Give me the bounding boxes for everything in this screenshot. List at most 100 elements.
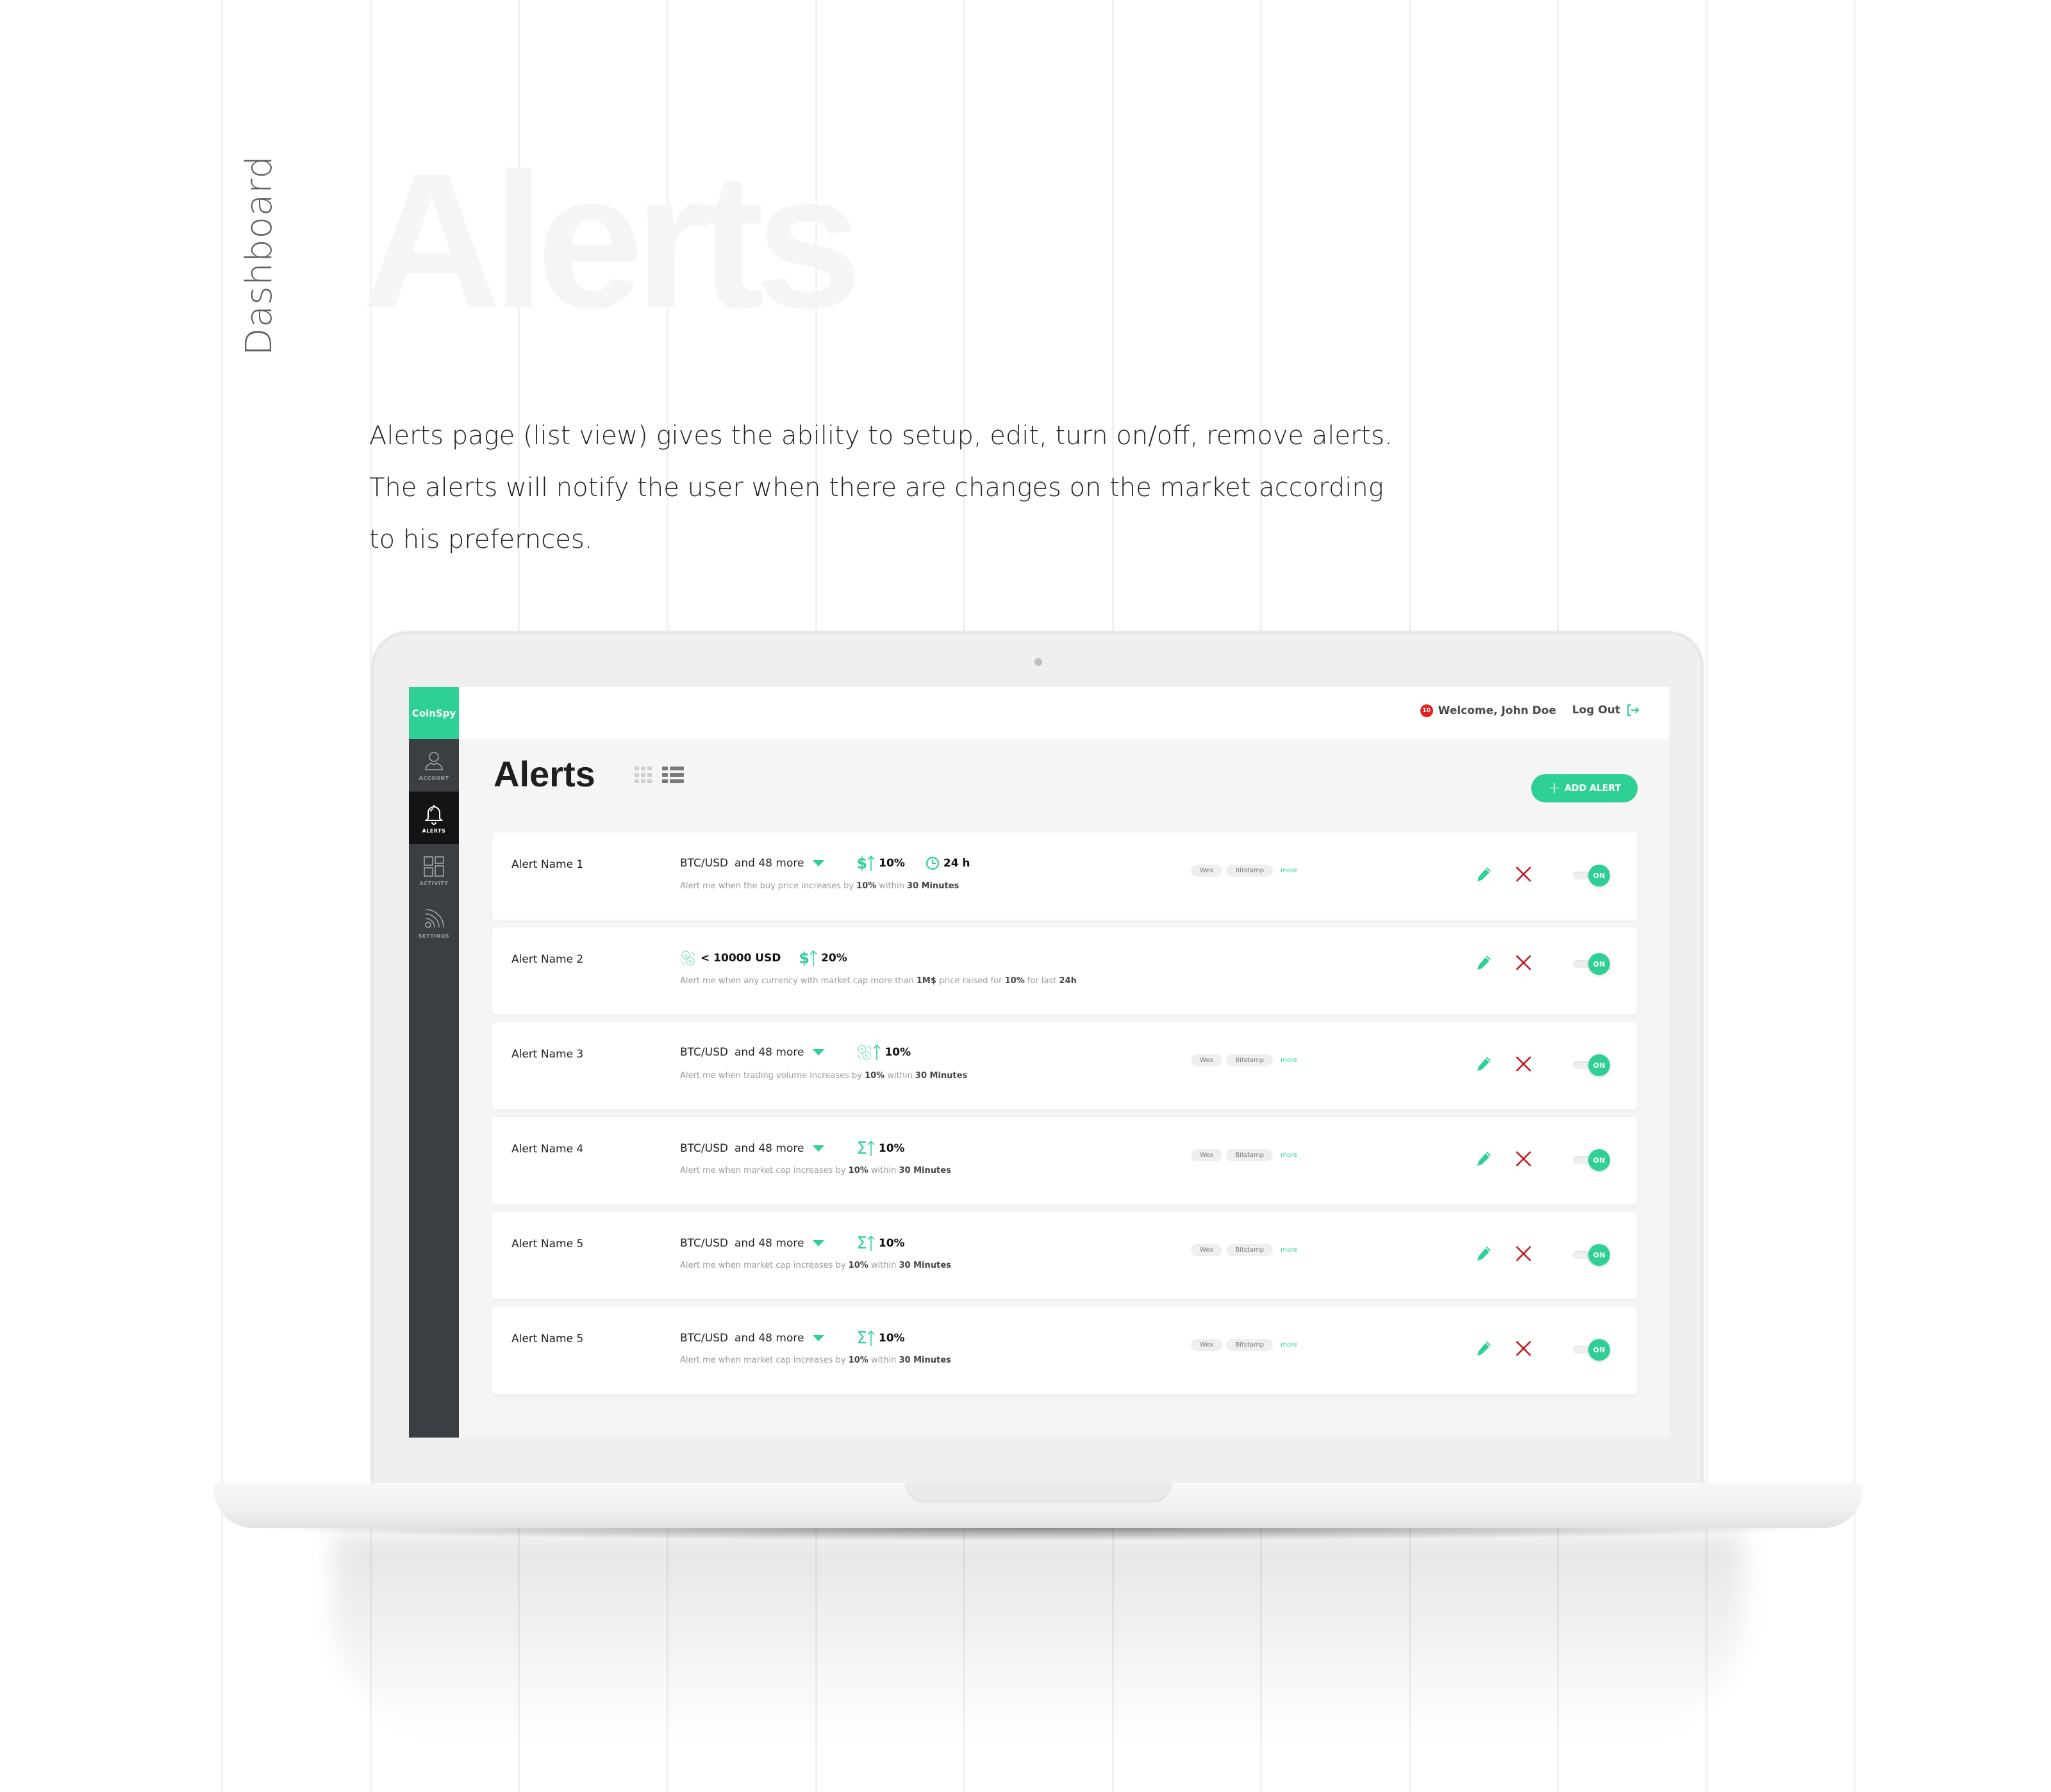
sidebar-item-account[interactable]: ACCOUNT: [409, 739, 459, 792]
description-highlight: 10%: [848, 1356, 868, 1365]
pairs-dropdown-caret[interactable]: [813, 860, 825, 867]
delete-button[interactable]: [1514, 1149, 1533, 1168]
sidebar-item-settings[interactable]: SETTINGS: [409, 897, 459, 949]
description-highlight: 1M$: [916, 976, 936, 986]
alert-toggle[interactable]: ON: [1573, 865, 1611, 886]
pairs-dropdown-caret[interactable]: [813, 1335, 825, 1341]
currency-pair: BTC/USD: [680, 1237, 728, 1250]
laptop-camera: [1034, 658, 1042, 666]
alert-toggle[interactable]: ON: [1573, 1054, 1611, 1076]
delete-button[interactable]: [1514, 1339, 1533, 1358]
edit-button[interactable]: [1474, 1054, 1493, 1074]
edit-button[interactable]: [1474, 1244, 1493, 1263]
description-highlight: 30 Minutes: [915, 1071, 968, 1081]
more-exchanges-link[interactable]: more: [1281, 1057, 1297, 1064]
more-pairs-text: and 48 more: [734, 1332, 804, 1345]
edit-button[interactable]: [1474, 1149, 1493, 1168]
exchange-tag[interactable]: Bitstamp: [1226, 1339, 1274, 1351]
exchange-tag[interactable]: Bitstamp: [1226, 1244, 1274, 1256]
alert-toggle[interactable]: ON: [1573, 953, 1611, 975]
alert-toggle[interactable]: ON: [1573, 1149, 1611, 1171]
exchange-tag[interactable]: Wex: [1191, 865, 1223, 877]
description-text: within: [868, 1356, 899, 1365]
exchange-tags: Wex Bitstamp more: [1191, 1244, 1297, 1256]
toggle-knob: ON: [1588, 1244, 1610, 1266]
alert-toggle[interactable]: ON: [1573, 1339, 1611, 1361]
bell-icon: [422, 802, 445, 825]
pairs-dropdown-caret[interactable]: [813, 1240, 825, 1247]
currency-pair: BTC/USD: [680, 1142, 728, 1155]
exchange-tag[interactable]: Wex: [1191, 1149, 1223, 1161]
alert-metric: $ B 10%: [856, 1044, 911, 1061]
alert-metric: $10%: [856, 854, 904, 872]
metric-value: 10%: [878, 1142, 905, 1155]
pairs-dropdown-caret[interactable]: [813, 1145, 825, 1152]
alert-condition: BTC/USD and 48 more Σ 10%: [680, 1139, 919, 1158]
grid-view-toggle[interactable]: [635, 767, 652, 783]
delete-button[interactable]: [1514, 865, 1533, 884]
delete-button[interactable]: [1514, 1244, 1533, 1263]
sidebar-item-activity[interactable]: ACTIVITY: [409, 844, 459, 897]
gridline: [221, 0, 223, 1792]
notification-badge[interactable]: 10: [1420, 704, 1433, 717]
ghost-heading: Alerts: [362, 133, 862, 348]
sidebar-item-alerts[interactable]: ALERTS: [409, 792, 459, 844]
sidebar-item-label: SETTINGS: [418, 933, 450, 939]
volume-up-icon: $ B: [856, 1044, 881, 1061]
add-alert-button[interactable]: + ADD ALERT: [1531, 774, 1638, 802]
pencil-icon: [1477, 1152, 1491, 1166]
alert-description: Alert me when the buy price increases by…: [680, 881, 959, 891]
sigma-up-icon: Σ: [856, 1234, 875, 1253]
description-text: within: [868, 1166, 899, 1175]
alert-card: Alert Name 3 BTC/USD and 48 more $ B 10% Alert…: [492, 1022, 1637, 1109]
alert-card: Alert Name 2 $ B < 10000 USD $20% Alert me wh…: [492, 927, 1637, 1015]
pairs-dropdown-caret[interactable]: [813, 1049, 825, 1056]
more-exchanges-link[interactable]: more: [1281, 1247, 1297, 1254]
description-text: within: [884, 1071, 915, 1081]
exchange-tag[interactable]: Bitstamp: [1226, 865, 1274, 877]
description-text: Alert me when any currency with market c…: [680, 976, 917, 986]
plus-icon: +: [1547, 779, 1561, 797]
logout-label: Log Out: [1572, 704, 1620, 717]
exchange-tag[interactable]: Wex: [1191, 1339, 1223, 1351]
logout-button[interactable]: Log Out: [1572, 703, 1640, 717]
pencil-icon: [1477, 956, 1491, 970]
description-text: Alert me when market cap increases by: [680, 1261, 849, 1270]
edit-button[interactable]: [1474, 1339, 1493, 1358]
app-logo[interactable]: CoinSpy: [409, 687, 459, 739]
more-exchanges-link[interactable]: more: [1281, 1341, 1297, 1348]
alert-card: Alert Name 1 BTC/USD and 48 more $10% 24 h Al…: [492, 833, 1637, 920]
alert-toggle[interactable]: ON: [1573, 1244, 1611, 1266]
description-text: price raised for: [936, 976, 1005, 986]
description-highlight: 10%: [856, 881, 877, 891]
more-exchanges-link[interactable]: more: [1281, 867, 1297, 874]
exchange-tag[interactable]: Bitstamp: [1226, 1149, 1274, 1161]
delete-button[interactable]: [1514, 953, 1533, 972]
exchange-tag[interactable]: Wex: [1191, 1244, 1223, 1256]
sidebar: CoinSpy ACCOUNT ALERTS ACTIVITY SETTINGS: [409, 687, 459, 1438]
sigma-up-icon: Σ: [856, 1139, 875, 1158]
metric-value: 10%: [879, 857, 905, 870]
close-icon: [1516, 1341, 1531, 1356]
welcome-text: Welcome, John Doe: [1438, 704, 1556, 717]
more-exchanges-link[interactable]: more: [1281, 1152, 1297, 1159]
metric-value: 20%: [821, 952, 847, 965]
sidebar-item-label: ACTIVITY: [419, 880, 449, 886]
grid-icon: [422, 855, 445, 878]
description-highlight: 24h: [1059, 976, 1077, 986]
list-view-toggle[interactable]: [662, 767, 684, 783]
toggle-knob: ON: [1588, 1054, 1610, 1076]
top-bar: 10 Welcome, John Doe Log Out: [459, 687, 1669, 739]
edit-button[interactable]: [1474, 865, 1493, 884]
rss-icon: [422, 908, 445, 931]
edit-button[interactable]: [1474, 953, 1493, 972]
alert-condition: BTC/USD and 48 more $10% 24 h: [680, 854, 984, 872]
exchange-tag[interactable]: Wex: [1191, 1054, 1223, 1066]
exchange-tag[interactable]: Bitstamp: [1226, 1054, 1274, 1066]
close-icon: [1516, 1246, 1531, 1261]
currency-pair: BTC/USD: [680, 857, 728, 870]
currency-pair: BTC/USD: [680, 1332, 728, 1345]
alert-description: Alert me when market cap increases by 10…: [680, 1166, 951, 1175]
sidebar-item-label: ACCOUNT: [419, 775, 449, 781]
delete-button[interactable]: [1514, 1054, 1533, 1074]
